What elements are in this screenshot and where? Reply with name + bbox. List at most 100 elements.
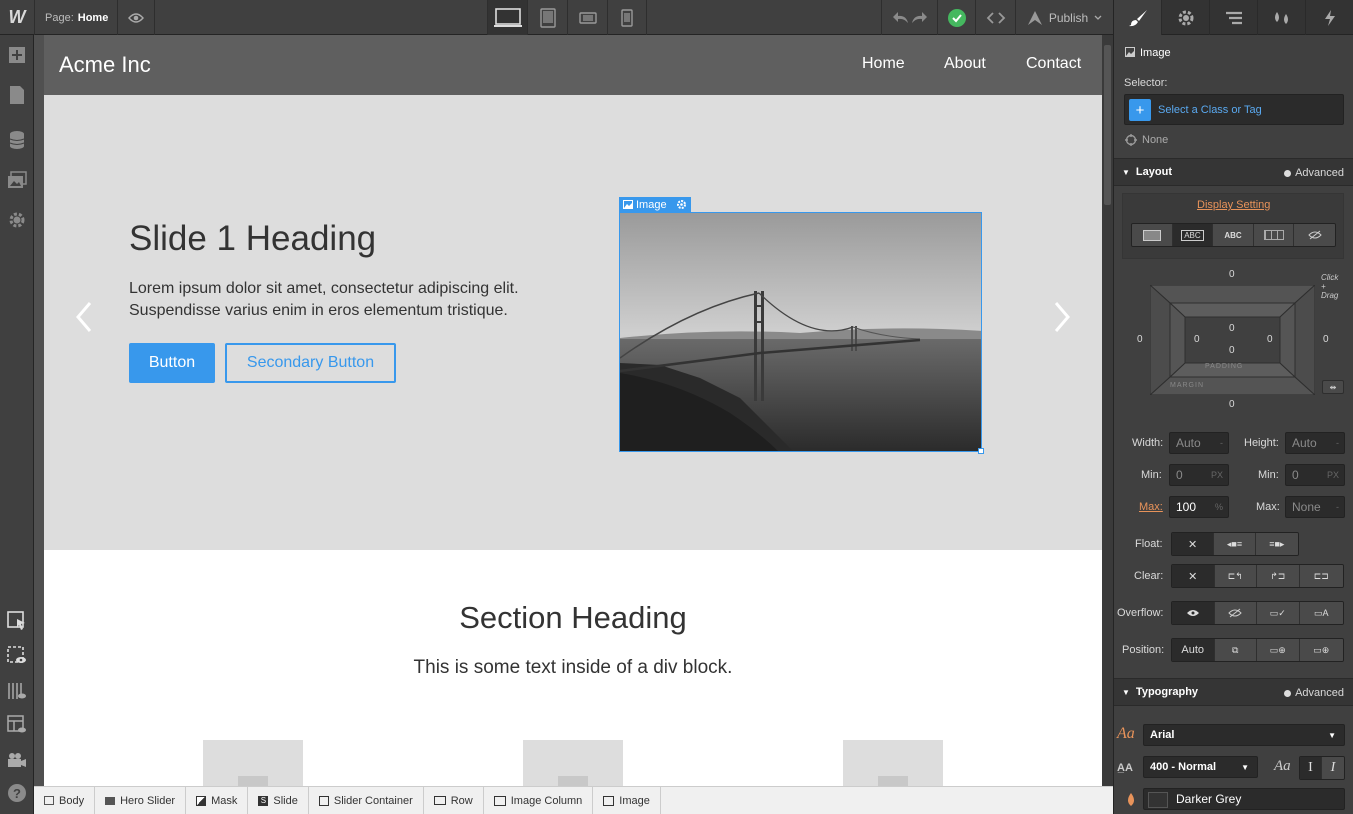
tablet-view-button[interactable] bbox=[527, 0, 567, 35]
font-family-select[interactable]: Arial ▼ bbox=[1143, 724, 1345, 746]
webflow-logo[interactable]: W bbox=[0, 0, 35, 35]
navbar[interactable]: Acme Inc Home About Contact bbox=[44, 35, 1102, 95]
overflow-visible-button[interactable] bbox=[1172, 602, 1215, 624]
slider-prev-arrow[interactable] bbox=[74, 300, 94, 339]
breadcrumb-row[interactable]: Row bbox=[424, 786, 484, 814]
layout-section-header[interactable]: ▼ Layout Advanced bbox=[1114, 158, 1353, 186]
mobile-landscape-view-button[interactable] bbox=[567, 0, 607, 35]
desktop-view-button[interactable] bbox=[487, 0, 527, 35]
assets-button[interactable] bbox=[0, 163, 34, 197]
grid-overlay-button[interactable] bbox=[0, 674, 34, 708]
breadcrumb-image-column[interactable]: Image Column bbox=[484, 786, 594, 814]
gear-icon[interactable] bbox=[676, 199, 687, 210]
position-relative-button[interactable]: ⧉ bbox=[1214, 639, 1257, 661]
float-left-button[interactable]: ◂■≡ bbox=[1214, 533, 1256, 555]
min-width-unit[interactable]: PX bbox=[1211, 470, 1223, 480]
settings-button[interactable] bbox=[0, 203, 34, 237]
slide-heading[interactable]: Slide 1 Heading bbox=[129, 219, 376, 259]
help-button[interactable]: ? bbox=[0, 776, 34, 810]
clear-right-button[interactable]: ↱⊐ bbox=[1257, 565, 1300, 587]
breadcrumb-image[interactable]: Image bbox=[593, 786, 661, 814]
overflow-hidden-button[interactable] bbox=[1214, 602, 1257, 624]
display-inline-button[interactable]: ABC bbox=[1213, 224, 1254, 246]
secondary-button[interactable]: Secondary Button bbox=[225, 343, 396, 383]
brand-logo[interactable]: Acme Inc bbox=[59, 52, 151, 78]
position-fixed-button[interactable]: ▭⊕ bbox=[1299, 639, 1343, 661]
slide-paragraph[interactable]: Lorem ipsum dolor sit amet, consectetur … bbox=[129, 278, 549, 322]
max-height-input[interactable]: None - bbox=[1285, 496, 1345, 518]
add-element-button[interactable] bbox=[0, 38, 34, 72]
float-right-button[interactable]: ≡■▸ bbox=[1255, 533, 1298, 555]
box-model-expand-button[interactable]: ⇹ bbox=[1322, 380, 1344, 394]
preview-element-button[interactable] bbox=[0, 639, 34, 673]
clear-left-button[interactable]: ⊏↰ bbox=[1214, 565, 1257, 587]
breadcrumb-hero-slider[interactable]: Hero Slider bbox=[95, 786, 187, 814]
max-width-input[interactable]: 100% bbox=[1169, 496, 1229, 518]
width-input[interactable]: Auto - bbox=[1169, 432, 1229, 454]
max-width-unit[interactable]: % bbox=[1215, 502, 1223, 512]
advanced-toggle[interactable]: Advanced bbox=[1284, 687, 1344, 699]
padding-top-value[interactable]: 0 bbox=[1229, 323, 1235, 334]
tab-style[interactable] bbox=[1114, 0, 1162, 35]
breadcrumb-slide[interactable]: S Slide bbox=[248, 786, 309, 814]
overflow-scroll-button[interactable]: ▭✓ bbox=[1257, 602, 1300, 624]
scrollbar-thumb[interactable] bbox=[1104, 45, 1111, 205]
breadcrumb-body[interactable]: Body bbox=[34, 786, 96, 814]
display-block-button[interactable] bbox=[1132, 224, 1173, 246]
max-height-unit[interactable]: - bbox=[1336, 502, 1339, 512]
clear-both-button[interactable]: ⊏⊐ bbox=[1299, 565, 1343, 587]
pages-button[interactable] bbox=[0, 78, 34, 112]
min-height-unit[interactable]: PX bbox=[1327, 470, 1339, 480]
mobile-portrait-view-button[interactable] bbox=[607, 0, 647, 35]
breadcrumb-slider-container[interactable]: Slider Container bbox=[309, 786, 424, 814]
select-mode-button[interactable] bbox=[0, 604, 34, 638]
canvas-scrollbar[interactable] bbox=[1102, 35, 1113, 786]
section-heading[interactable]: Section Heading bbox=[44, 600, 1102, 636]
site-status-button[interactable] bbox=[937, 0, 975, 35]
margin-left-value[interactable]: 0 bbox=[1137, 334, 1143, 345]
primary-button[interactable]: Button bbox=[129, 343, 215, 383]
xray-button[interactable] bbox=[0, 708, 34, 742]
placeholder-image[interactable] bbox=[203, 740, 303, 786]
height-unit[interactable]: - bbox=[1336, 438, 1339, 448]
font-color-field[interactable]: Darker Grey bbox=[1143, 788, 1345, 810]
display-flex-button[interactable] bbox=[1253, 224, 1295, 246]
position-auto-button[interactable]: Auto bbox=[1172, 639, 1215, 661]
nav-link-home[interactable]: Home bbox=[862, 55, 905, 73]
clear-none-button[interactable]: ✕ bbox=[1172, 565, 1215, 587]
tab-navigator[interactable] bbox=[1210, 0, 1258, 35]
slider-next-arrow[interactable] bbox=[1052, 300, 1072, 339]
selected-element-tag[interactable]: Image bbox=[619, 197, 691, 212]
position-absolute-button[interactable]: ▭⊕ bbox=[1257, 639, 1300, 661]
height-input[interactable]: Auto - bbox=[1285, 432, 1345, 454]
cms-button[interactable] bbox=[0, 123, 34, 157]
selector-state[interactable]: None bbox=[1142, 134, 1168, 146]
publish-button[interactable]: Publish bbox=[1015, 0, 1113, 35]
placeholder-image[interactable] bbox=[523, 740, 623, 786]
resize-handle[interactable] bbox=[978, 448, 984, 454]
font-style-italic-button[interactable]: I bbox=[1322, 757, 1344, 779]
code-export-button[interactable] bbox=[975, 0, 1015, 35]
float-none-button[interactable]: ✕ bbox=[1172, 533, 1215, 555]
section-text[interactable]: This is some text inside of a div block. bbox=[44, 657, 1102, 679]
width-unit[interactable]: - bbox=[1220, 438, 1223, 448]
video-tutorials-button[interactable] bbox=[0, 743, 34, 777]
min-width-input[interactable]: 0 PX bbox=[1169, 464, 1229, 486]
content-section[interactable]: Section Heading This is some text inside… bbox=[44, 550, 1102, 786]
padding-bottom-value[interactable]: 0 bbox=[1229, 345, 1235, 356]
tab-swatches[interactable] bbox=[1258, 0, 1306, 35]
placeholder-image[interactable] bbox=[843, 740, 943, 786]
min-height-input[interactable]: 0 PX bbox=[1285, 464, 1345, 486]
padding-left-value[interactable]: 0 bbox=[1194, 334, 1200, 345]
breadcrumb-mask[interactable]: Mask bbox=[186, 786, 249, 814]
margin-bottom-value[interactable]: 0 bbox=[1229, 399, 1235, 410]
display-inline-block-button[interactable]: ABC bbox=[1172, 224, 1214, 246]
preview-button[interactable] bbox=[118, 0, 155, 35]
selector-field[interactable]: + Select a Class or Tag bbox=[1124, 94, 1344, 125]
margin-right-value[interactable]: 0 bbox=[1323, 334, 1329, 345]
box-model-editor[interactable] bbox=[1150, 285, 1315, 395]
page-selector[interactable]: Page: Home bbox=[35, 0, 118, 35]
undo-redo-buttons[interactable] bbox=[881, 0, 937, 35]
typography-section-header[interactable]: ▼ Typography Advanced bbox=[1114, 678, 1353, 706]
nav-link-about[interactable]: About bbox=[944, 55, 986, 73]
